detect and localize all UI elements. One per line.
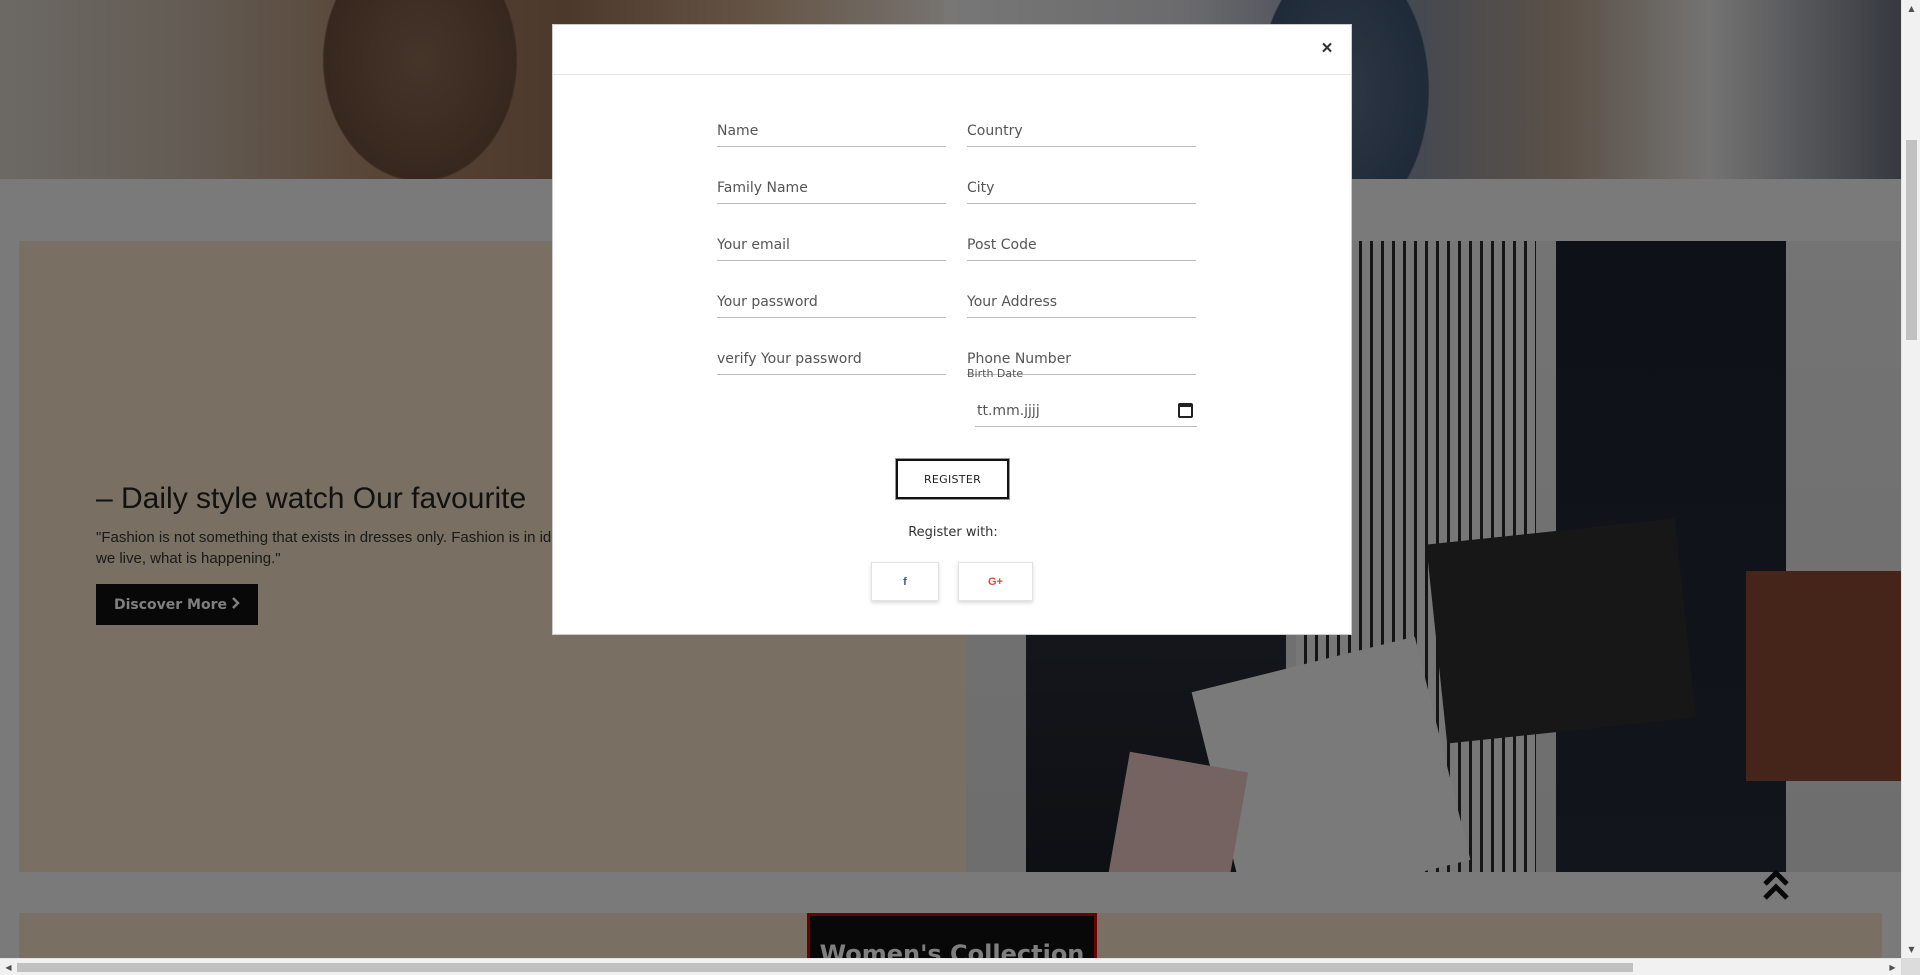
scroll-right-arrow-icon[interactable]: ▶ — [1884, 959, 1901, 975]
email-placeholder: Your email — [717, 237, 790, 253]
country-field[interactable]: Country — [967, 117, 1196, 147]
close-icon[interactable]: × — [1317, 39, 1337, 59]
name-placeholder: Name — [717, 123, 759, 139]
scrollbar-corner — [1901, 958, 1920, 975]
google-plus-button[interactable]: G+ — [958, 562, 1033, 601]
facebook-button[interactable]: f — [871, 562, 939, 601]
google-plus-icon: G+ — [988, 575, 1003, 588]
country-placeholder: Country — [967, 123, 1023, 139]
city-field[interactable]: City — [967, 174, 1196, 204]
password-field[interactable]: Your password — [717, 288, 946, 318]
birth-date-value: tt.mm.jjjj — [977, 403, 1040, 419]
birth-date-input[interactable]: tt.mm.jjjj — [975, 395, 1197, 427]
modal-header: × — [553, 25, 1351, 75]
post-code-placeholder: Post Code — [967, 237, 1037, 253]
address-placeholder: Your Address — [967, 294, 1058, 310]
verify-password-placeholder: verify Your password — [717, 351, 862, 367]
password-placeholder: Your password — [717, 294, 818, 310]
scroll-left-arrow-icon[interactable]: ◀ — [0, 959, 17, 975]
family-name-field[interactable]: Family Name — [717, 174, 946, 204]
birth-date-label: Birth Date — [967, 367, 1024, 380]
horizontal-scroll-thumb[interactable] — [17, 963, 1633, 972]
scroll-down-arrow-icon[interactable]: ▼ — [1902, 941, 1920, 958]
email-field[interactable]: Your email — [717, 231, 946, 261]
facebook-icon: f — [903, 575, 907, 588]
post-code-field[interactable]: Post Code — [967, 231, 1196, 261]
address-field[interactable]: Your Address — [967, 288, 1196, 318]
vertical-scrollbar[interactable]: ▲ ▼ — [1901, 0, 1920, 958]
family-name-placeholder: Family Name — [717, 180, 808, 196]
phone-placeholder: Phone Number — [967, 351, 1072, 367]
register-button[interactable]: REGISTER — [896, 459, 1009, 499]
verify-password-field[interactable]: verify Your password — [717, 345, 946, 375]
vertical-scroll-thumb[interactable] — [1906, 140, 1917, 340]
calendar-icon[interactable] — [1178, 403, 1193, 418]
register-modal: × Name Country Family Name City Your ema… — [552, 24, 1352, 635]
horizontal-scrollbar[interactable]: ◀ ▶ — [0, 958, 1901, 975]
scroll-up-arrow-icon[interactable]: ▲ — [1902, 0, 1920, 17]
name-field[interactable]: Name — [717, 117, 946, 147]
city-placeholder: City — [967, 180, 995, 196]
register-with-label: Register with: — [908, 525, 998, 540]
